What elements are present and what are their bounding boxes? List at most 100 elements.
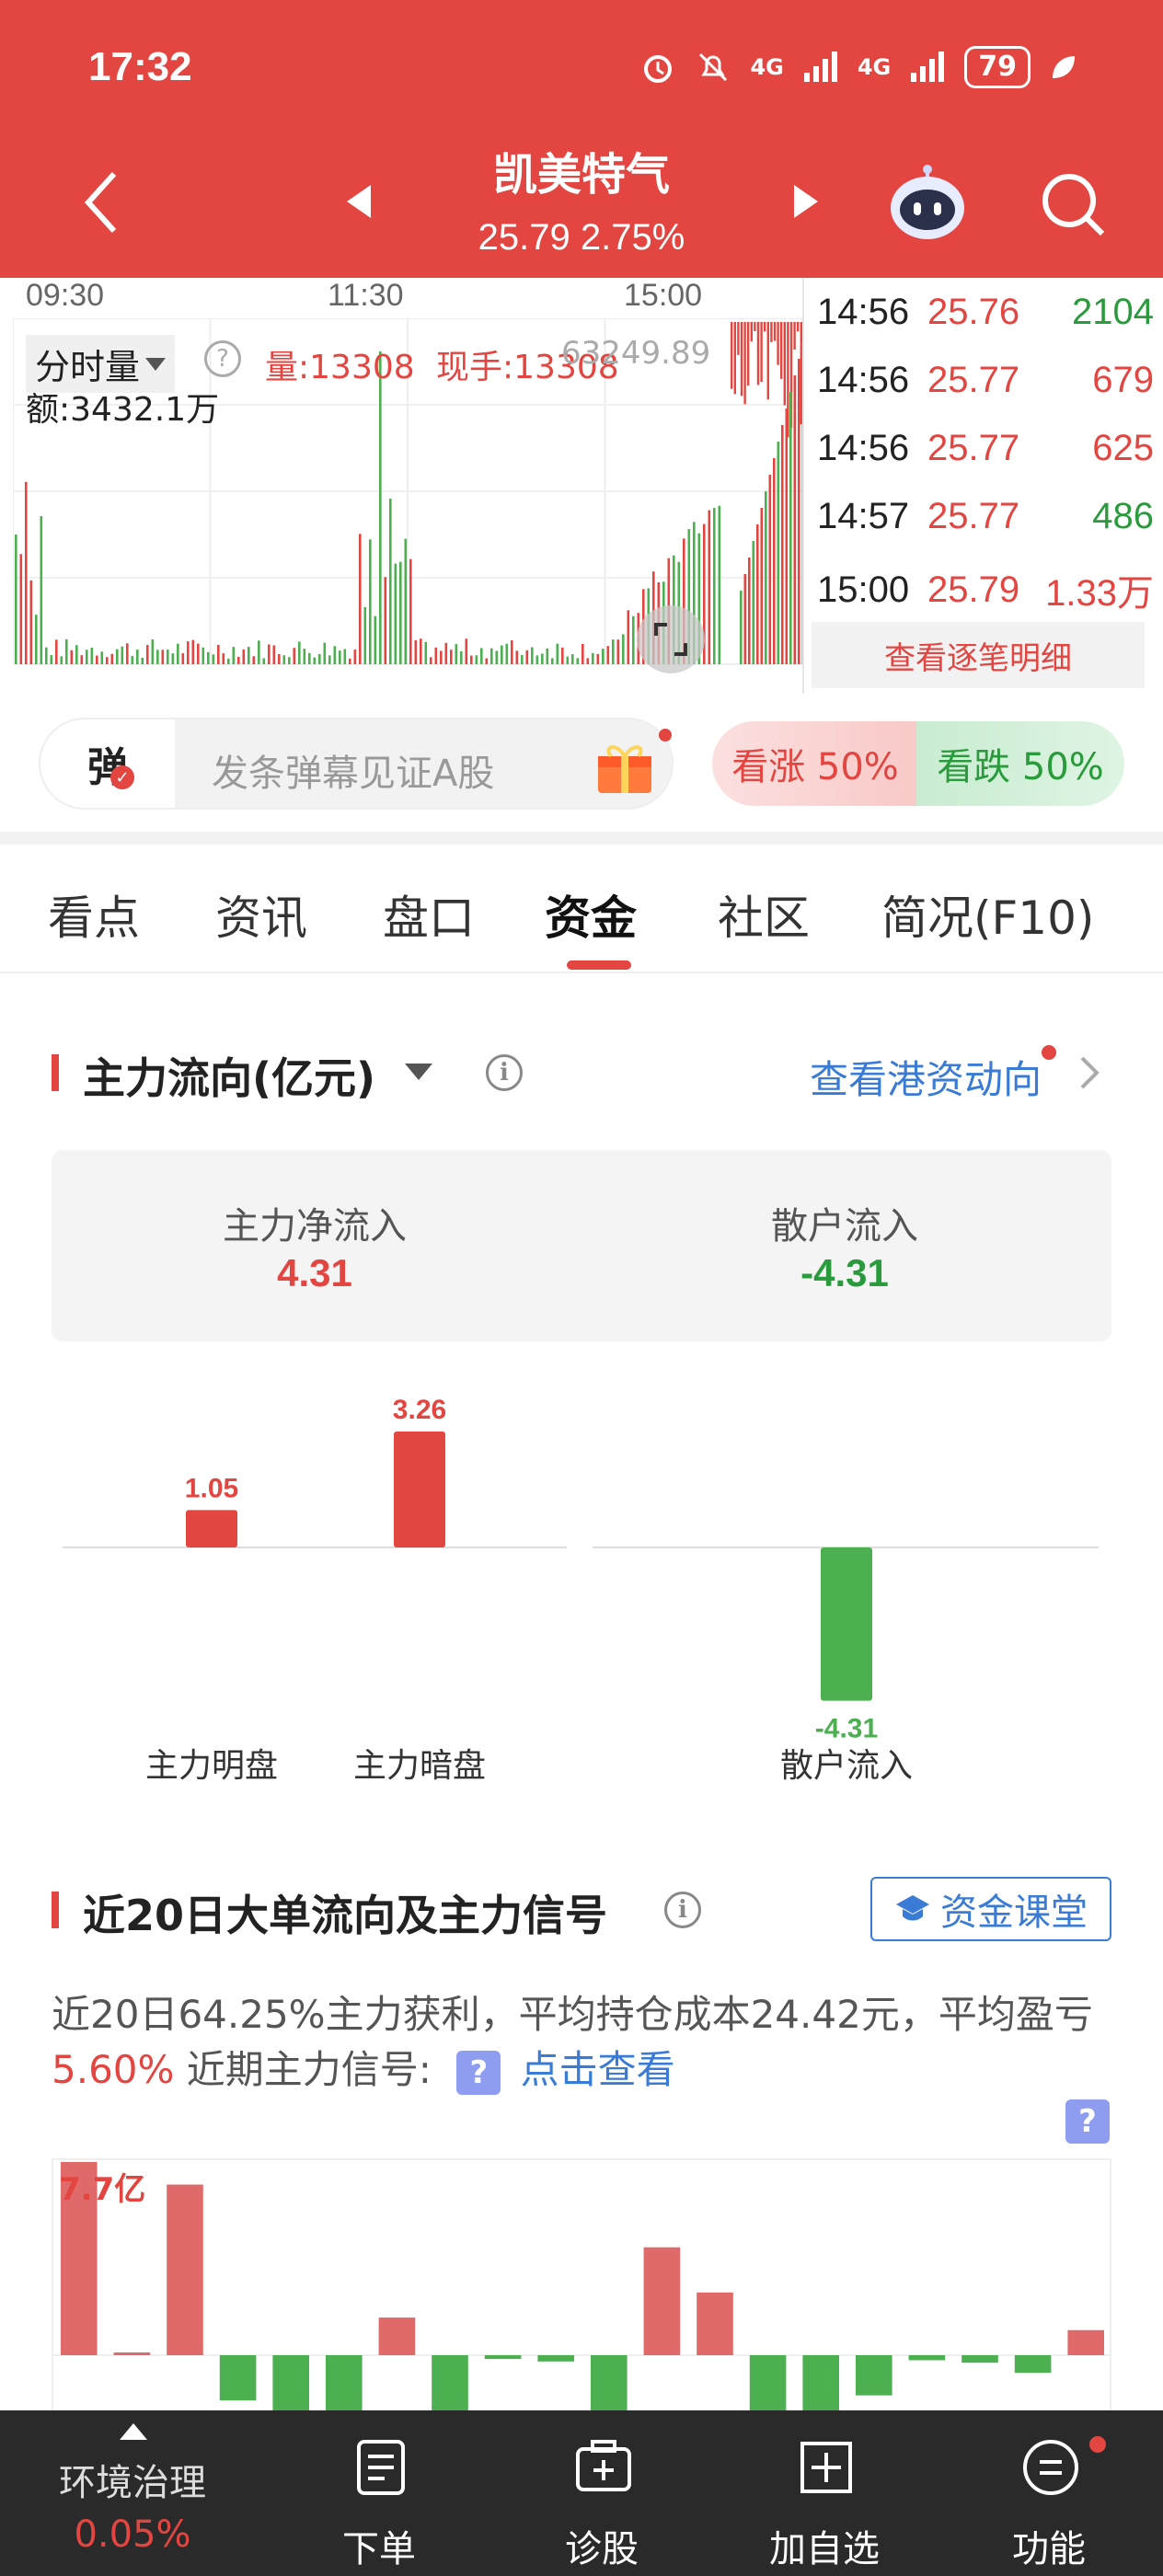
big-order-bar xyxy=(219,2355,257,2401)
section-marker xyxy=(52,1054,59,1091)
info-icon[interactable]: i xyxy=(486,1054,523,1091)
big-order-chart xyxy=(52,2158,1111,2412)
add-watchlist-button[interactable]: 加自选 xyxy=(732,2410,916,2576)
volume-bar xyxy=(444,642,448,664)
flow-bar xyxy=(394,1432,445,1547)
chevron-right-icon[interactable] xyxy=(1078,1054,1100,1091)
search-button[interactable] xyxy=(1034,166,1111,243)
danmu-input-box[interactable]: 弹 ✓ 发条弹幕见证A股 xyxy=(39,718,674,810)
volume-bar xyxy=(212,654,215,664)
price-bar xyxy=(754,322,756,332)
tab-news[interactable]: 资讯 xyxy=(215,881,307,948)
tab-funds[interactable]: 资金 xyxy=(545,881,637,948)
volume-bar xyxy=(379,351,382,664)
sector-button[interactable]: 环境治理 0.05% xyxy=(40,2410,225,2576)
signal-4g-icon-2: 4G xyxy=(857,54,892,80)
volume-bar xyxy=(146,645,149,664)
volume-bar xyxy=(197,643,200,664)
big-order-description: 近20日64.25%主力获利，平均持仓成本24.42元，平均盈亏 5.60% 近期… xyxy=(52,1987,1119,2098)
volume-bar xyxy=(485,658,489,664)
fullscreen-button[interactable] xyxy=(637,605,705,673)
volume-bar xyxy=(222,653,225,664)
desc-pct: 5.60% xyxy=(52,2047,175,2092)
volume-bar xyxy=(414,639,418,664)
diagnose-button[interactable]: 诊股 xyxy=(510,2410,694,2576)
volume-bar xyxy=(90,647,94,664)
robot-assistant-button[interactable] xyxy=(883,162,972,245)
big-order-bar xyxy=(1067,2329,1104,2355)
volume-bar xyxy=(106,657,109,664)
volume-bar xyxy=(606,646,610,664)
big-order-bar xyxy=(749,2355,787,2410)
bar-label-main-dark: 主力暗盘 xyxy=(352,1747,486,1785)
volume-bar xyxy=(404,538,408,664)
main-flow-title[interactable]: 主力流向(亿元) xyxy=(83,1045,375,1106)
tick-volume: 1.33万 xyxy=(1045,573,1154,614)
volume-bar xyxy=(262,658,266,664)
tick-time: 15:00 xyxy=(817,569,910,610)
volume-bar xyxy=(586,658,590,664)
volume-bar xyxy=(116,649,119,664)
volume-bar xyxy=(242,649,246,664)
tick-price: 25.77 xyxy=(927,359,1020,400)
volume-bar xyxy=(333,646,337,664)
order-doc-icon xyxy=(357,2440,405,2495)
functions-button[interactable]: 功能 xyxy=(957,2410,1141,2576)
volume-bar xyxy=(126,643,129,664)
tab-highlights[interactable]: 看点 xyxy=(48,881,140,948)
info-icon[interactable]: i xyxy=(664,1892,701,1928)
graduation-cap-icon xyxy=(896,1895,929,1921)
volume-bar xyxy=(740,591,743,664)
volume-bar xyxy=(531,647,534,664)
volume-bar xyxy=(424,641,428,664)
volume-bar xyxy=(268,644,271,664)
caret-down-icon[interactable] xyxy=(405,1064,432,1082)
volume-bar xyxy=(566,656,570,664)
volume-bar xyxy=(227,658,230,664)
gift-icon xyxy=(598,745,651,793)
big-order-bar xyxy=(591,2355,628,2410)
help-icon[interactable]: ? xyxy=(1065,2099,1110,2144)
volume-bar xyxy=(359,534,362,664)
app-header: 17:32 4G 4G 79 凯美特气 25.79 2.75% xyxy=(0,0,1163,278)
chart-mode-label: 分时量 xyxy=(35,347,141,387)
volume-bar xyxy=(202,647,205,664)
volume-bar xyxy=(394,563,397,664)
notification-dot xyxy=(1042,1045,1056,1060)
volume-bar xyxy=(434,647,438,664)
volume-bar xyxy=(60,656,63,664)
tick-row: 15:00 25.79 1.33万 xyxy=(804,558,1154,622)
volume-bar xyxy=(515,650,519,664)
tab-bar: 看点 资讯 盘口 资金 社区 简况(F10) xyxy=(0,845,1163,973)
help-icon[interactable]: ? xyxy=(204,340,241,377)
price-bar xyxy=(760,322,763,383)
volume-bar xyxy=(207,651,210,664)
bull-vote-button[interactable]: 看涨 50% xyxy=(712,721,918,806)
signal-link[interactable]: 点击查看 xyxy=(521,2047,675,2092)
tick-detail-button[interactable]: 查看逐笔明细 xyxy=(812,622,1145,688)
desc-text-1: 近20日64.25%主力获利，平均持仓成本24.42元，平均盈亏 xyxy=(52,1992,1093,2037)
tab-community[interactable]: 社区 xyxy=(718,881,810,948)
order-button[interactable]: 下单 xyxy=(287,2410,471,2576)
tab-profile-f10[interactable]: 简况(F10) xyxy=(881,881,1094,948)
volume-bar xyxy=(70,650,74,664)
battery-icon: 79 xyxy=(964,46,1031,88)
question-icon: ? xyxy=(456,2050,501,2095)
tab-orderbook[interactable]: 盘口 xyxy=(383,881,475,948)
signal-bars-icon xyxy=(803,52,837,82)
big-order-bar xyxy=(1014,2355,1052,2374)
volume-bar xyxy=(789,392,792,664)
volume-bar xyxy=(777,442,780,664)
danmu-row: 弹 ✓ 发条弹幕见证A股 看涨 50% 看跌 50% xyxy=(0,694,1163,832)
hk-flow-link[interactable]: 查看港资动向 xyxy=(810,1049,1042,1105)
bear-vote-button[interactable]: 看跌 50% xyxy=(916,721,1124,806)
next-stock-button[interactable] xyxy=(788,178,824,224)
add-square-icon xyxy=(800,2442,852,2493)
volume-bar xyxy=(525,650,529,664)
volume-bar xyxy=(121,646,124,664)
volume-bar xyxy=(55,639,58,664)
fund-classroom-button[interactable]: 资金课堂 xyxy=(870,1877,1111,1941)
volume-bar xyxy=(399,561,402,664)
price-bar xyxy=(750,322,753,342)
tick-time: 14:57 xyxy=(817,495,910,536)
